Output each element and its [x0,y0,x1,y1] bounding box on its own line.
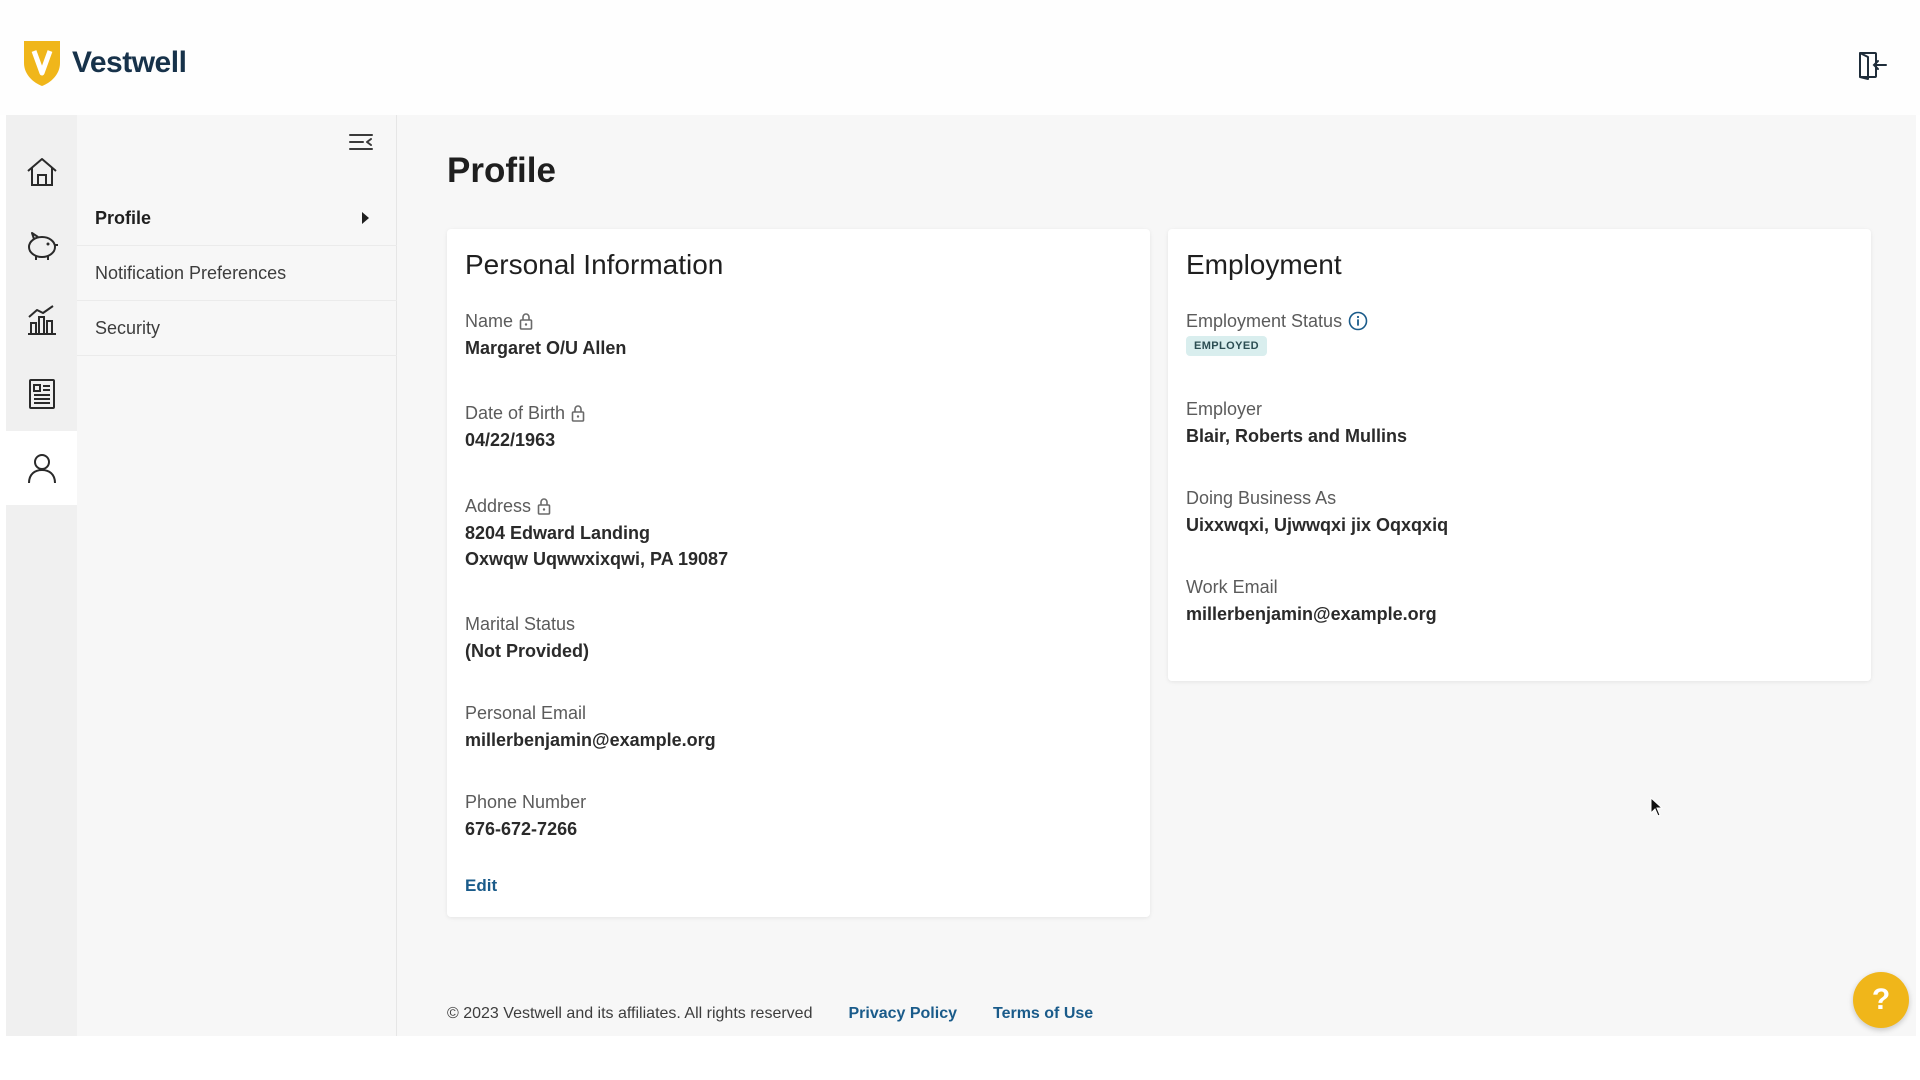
employment-card: Employment Employment Status EMPLOYED Em… [1168,229,1871,681]
edit-personal-info-link[interactable]: Edit [465,876,497,896]
rail-item-investments[interactable] [6,283,77,357]
main-content: Profile Personal Information Name Margar… [447,115,1887,1036]
lock-icon [519,313,533,330]
help-icon: ? [1871,983,1891,1016]
subnav-item-label: Profile [95,207,152,228]
employment-status-badge: EMPLOYED [1186,336,1267,356]
field-label: Name [465,310,514,331]
field-value: (Not Provided) [465,641,589,661]
help-button[interactable]: ? [1853,972,1909,1028]
rail-item-documents[interactable] [6,357,77,431]
date-of-birth-field: Date of Birth 04/22/1963 [465,401,585,453]
field-value: millerbenjamin@example.org [465,730,716,750]
brand-name: Vestwell [72,45,187,79]
field-value: millerbenjamin@example.org [1186,604,1437,624]
subnav-item-label: Security [95,317,161,338]
mouse-cursor-icon [1650,797,1664,817]
name-field: Name Margaret O/U Allen [465,309,626,361]
icon-rail [6,115,77,1036]
address-field: Address 8204 Edward Landing Oxwqw Uqwwxi… [465,494,728,572]
app-frame: Vestwell Profile Notification Preference… [0,0,1920,1036]
subnav-item-notification-preferences[interactable]: Notification Preferences [77,246,397,301]
piggy-bank-icon [27,232,58,260]
logout-button[interactable] [1854,47,1890,83]
privacy-policy-link[interactable]: Privacy Policy [848,1005,957,1023]
doing-business-as-field: Doing Business As Uixxwqxi, Ujwwqxi jix … [1186,486,1448,538]
logout-icon [1859,51,1887,80]
rail-item-profile[interactable] [6,431,77,505]
subnav-item-label: Notification Preferences [95,262,287,283]
app-body: Profile Notification Preferences Securit… [6,115,1916,1036]
field-label: Date of Birth [465,402,566,423]
terms-of-use-link[interactable]: Terms of Use [993,1005,1093,1023]
field-label: Employer [1186,398,1263,419]
field-label: Doing Business As [1186,487,1337,508]
copyright-text: © 2023 Vestwell and its affiliates. All … [447,1005,813,1022]
rail-item-savings[interactable] [6,209,77,283]
lock-icon [537,498,551,515]
subnav-item-profile[interactable]: Profile [77,191,397,246]
field-label: Address [465,495,532,516]
document-icon [28,379,55,409]
vestwell-logo-icon [22,39,62,87]
phone-number-field: Phone Number 676-672-7266 [465,790,586,842]
footer: © 2023 Vestwell and its affiliates. All … [447,1005,1093,1023]
field-value: 04/22/1963 [465,430,556,450]
personal-information-card: Personal Information Name Margaret O/U A… [447,229,1150,917]
card-title: Personal Information [465,249,724,280]
subnav-item-security[interactable]: Security [77,301,397,356]
address-line2: Oxwqw Uqwwxixqwi, PA 19087 [465,549,729,569]
field-value: Uixxwqxi, Ujwwqxi jix Oqxqxiq [1186,515,1449,535]
top-header: Vestwell [0,0,1920,115]
personal-email-field: Personal Email millerbenjamin@example.or… [465,701,716,753]
field-label: Employment Status [1186,310,1343,331]
rail-item-home[interactable] [6,135,77,209]
field-label: Phone Number [465,791,587,812]
field-value: Blair, Roberts and Mullins [1186,426,1408,446]
employment-status-field: Employment Status EMPLOYED [1186,309,1368,356]
field-label: Personal Email [465,702,587,723]
profile-subnav: Profile Notification Preferences Securit… [77,115,397,1036]
brand[interactable]: Vestwell [22,39,187,87]
card-title: Employment [1186,249,1342,280]
field-value: Margaret O/U Allen [465,338,627,358]
marital-status-field: Marital Status (Not Provided) [465,612,589,664]
info-icon[interactable] [1348,311,1368,331]
page-title: Profile [447,151,556,190]
bar-chart-icon [27,305,56,335]
user-icon [27,454,56,484]
collapse-menu-icon [349,134,373,150]
employer-field: Employer Blair, Roberts and Mullins [1186,397,1407,449]
collapse-menu-button[interactable] [346,127,376,157]
field-label: Work Email [1186,576,1278,597]
field-value: 676-672-7266 [465,819,578,839]
subnav-list: Profile Notification Preferences Securit… [77,191,397,356]
field-label: Marital Status [465,613,576,634]
home-icon [26,158,57,186]
work-email-field: Work Email millerbenjamin@example.org [1186,575,1437,627]
address-line1: 8204 Edward Landing [465,523,651,543]
caret-right-icon [362,212,369,224]
lock-icon [571,405,585,422]
